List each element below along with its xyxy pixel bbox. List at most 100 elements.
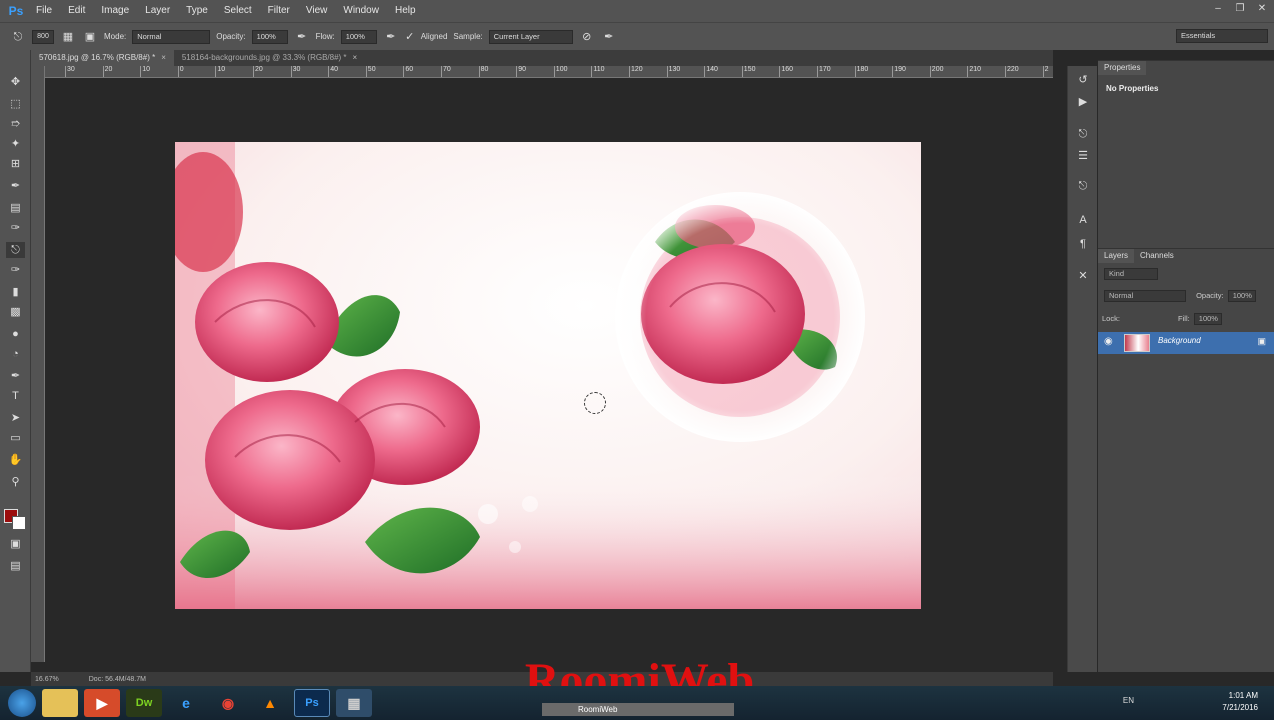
eraser-tool-icon[interactable]: ▮: [6, 284, 25, 300]
app-grid-icon[interactable]: ▦: [336, 689, 372, 717]
close-icon[interactable]: ✕: [1256, 3, 1268, 15]
brush-size-picker[interactable]: 800: [32, 29, 54, 44]
photoshop-taskbar-icon[interactable]: Ps: [294, 689, 330, 717]
close-tab-icon[interactable]: ×: [353, 53, 358, 62]
sample-select[interactable]: Current Layer: [488, 29, 573, 44]
restore-icon[interactable]: ❐: [1234, 3, 1246, 15]
menu-window[interactable]: Window: [335, 0, 387, 22]
mode-select[interactable]: Normal: [132, 29, 211, 44]
media-player-icon[interactable]: ▶: [84, 689, 120, 717]
brush-panel-icon[interactable]: ▦: [60, 29, 76, 45]
clone-stamp-icon[interactable]: ⎋: [10, 29, 26, 45]
clone-source-icon[interactable]: ▣: [82, 29, 98, 45]
menu-image[interactable]: Image: [93, 0, 137, 22]
file-explorer-icon[interactable]: [42, 689, 78, 717]
sample-label: Sample:: [453, 32, 483, 41]
path-select-tool-icon[interactable]: ➤: [6, 410, 25, 426]
tab-document-2[interactable]: 518164-backgrounds.jpg @ 33.3% (RGB/8#) …: [174, 50, 365, 66]
marquee-tool-icon[interactable]: ⬚: [6, 96, 25, 112]
screen-mode-icon[interactable]: ▤: [6, 558, 25, 574]
eyedropper-tool-icon[interactable]: ✒: [6, 178, 25, 194]
menu-edit[interactable]: Edit: [60, 0, 93, 22]
history-brush-tool-icon[interactable]: ✑: [6, 262, 25, 278]
zoom-tool-icon[interactable]: ⚲: [6, 474, 25, 490]
flow-field[interactable]: 100%: [340, 29, 377, 44]
quick-mask-icon[interactable]: ▣: [6, 536, 25, 552]
menu-view[interactable]: View: [298, 0, 336, 22]
paragraph-icon[interactable]: ¶: [1075, 236, 1091, 252]
ruler-tick-label: 70: [441, 66, 451, 77]
history-icon[interactable]: ↺: [1075, 72, 1091, 88]
hand-tool-icon[interactable]: ✋: [6, 452, 25, 468]
ignore-adjustment-icon[interactable]: ⊘: [579, 29, 595, 45]
ruler-tick-label: 10: [215, 66, 226, 77]
pen-tool-icon[interactable]: ✒: [6, 368, 25, 384]
menu-filter[interactable]: Filter: [260, 0, 298, 22]
layer-fill-field[interactable]: 100%: [1193, 313, 1222, 325]
tool-presets-icon[interactable]: ✕: [1075, 268, 1091, 284]
lasso-tool-icon[interactable]: ➱: [6, 116, 25, 132]
start-button[interactable]: [8, 689, 36, 717]
crop-tool-icon[interactable]: ⊞: [6, 156, 25, 172]
airbrush-icon[interactable]: ✒: [383, 29, 399, 45]
menu-help[interactable]: Help: [387, 0, 424, 22]
brush-presets-icon[interactable]: ⎋: [1075, 126, 1091, 142]
close-tab-icon[interactable]: ×: [161, 53, 166, 62]
window-controls: – ❐ ✕: [1212, 3, 1268, 15]
brush-tool-icon[interactable]: ✑: [6, 220, 25, 236]
layer-opacity-field[interactable]: 100%: [1227, 290, 1256, 302]
menu-bar: Ps File Edit Image Layer Type Select Fil…: [0, 0, 1274, 22]
kind-filter-select[interactable]: Kind: [1104, 268, 1158, 280]
document-size: Doc: 56.4M/48.7M: [88, 675, 146, 683]
type-tool-icon[interactable]: T: [6, 388, 25, 404]
background-color-swatch[interactable]: [12, 516, 26, 530]
ruler-tick-label: 200: [929, 66, 944, 77]
ruler-tick-label: 100: [553, 66, 568, 77]
chrome-icon[interactable]: ◉: [210, 689, 246, 717]
pressure-size-icon[interactable]: ✒: [601, 29, 617, 45]
clone-source-panel-icon[interactable]: ⎋: [1075, 178, 1091, 194]
pressure-opacity-icon[interactable]: ✒: [294, 29, 310, 45]
gradient-tool-icon[interactable]: ▩: [6, 304, 25, 320]
workspace-select[interactable]: Essentials: [1176, 29, 1268, 43]
dodge-tool-icon[interactable]: ◔: [6, 346, 25, 362]
character-icon[interactable]: A: [1075, 212, 1091, 228]
dreamweaver-icon[interactable]: Dw: [126, 689, 162, 717]
tab-document-1[interactable]: 570618.jpg @ 16.7% (RGB/8#) * ×: [31, 50, 174, 66]
vlc-icon[interactable]: ▲: [252, 689, 288, 717]
zoom-level[interactable]: 16.67%: [35, 676, 59, 683]
menu-layer[interactable]: Layer: [137, 0, 178, 22]
layer-row-background[interactable]: ◉ Background ▣: [1098, 332, 1274, 354]
ruler-tick-label: 90: [516, 66, 526, 77]
layer-thumbnail: [1124, 334, 1150, 352]
layer-name[interactable]: Background: [1158, 336, 1201, 345]
move-tool-icon[interactable]: ✥: [6, 74, 25, 90]
clone-stamp-tool-icon[interactable]: ⎋: [6, 242, 25, 258]
menu-type[interactable]: Type: [178, 0, 216, 22]
eye-icon[interactable]: ◉: [1104, 336, 1113, 347]
document-tabs: 570618.jpg @ 16.7% (RGB/8#) * × 518164-ba…: [31, 50, 1053, 66]
ruler-tick-label: 110: [591, 66, 605, 77]
tab-channels[interactable]: Channels: [1134, 249, 1180, 263]
menu-select[interactable]: Select: [216, 0, 260, 22]
shape-tool-icon[interactable]: ▭: [6, 430, 25, 446]
ruler-tick-label: 210: [967, 66, 982, 77]
ruler-tick-label: 40: [328, 66, 338, 77]
magic-wand-tool-icon[interactable]: ✦: [6, 136, 25, 152]
language-indicator[interactable]: EN: [1123, 696, 1134, 705]
minimize-icon[interactable]: –: [1212, 3, 1224, 15]
rose-image: [175, 142, 921, 609]
actions-icon[interactable]: ▶: [1075, 94, 1091, 110]
tab-properties[interactable]: Properties: [1098, 61, 1147, 75]
opacity-field[interactable]: 100%: [251, 29, 288, 44]
aligned-checkbox[interactable]: ✓: [405, 29, 415, 45]
tab-layers[interactable]: Layers: [1098, 249, 1135, 263]
blur-tool-icon[interactable]: ●: [6, 326, 25, 342]
brush-settings-icon[interactable]: ☰: [1075, 148, 1091, 164]
menu-file[interactable]: File: [28, 0, 60, 22]
document-image[interactable]: [175, 142, 921, 609]
blend-mode-select[interactable]: Normal: [1104, 290, 1186, 302]
healing-tool-icon[interactable]: ▤: [6, 200, 25, 216]
ruler-tick-label: 80: [478, 66, 489, 77]
internet-explorer-icon[interactable]: e: [168, 689, 204, 717]
